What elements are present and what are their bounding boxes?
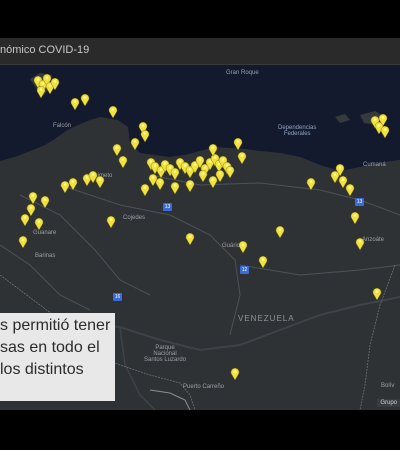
map-pin-icon[interactable]: [80, 93, 90, 107]
label-bolivar: Bolív: [381, 383, 395, 389]
map-pin-icon[interactable]: [233, 137, 243, 151]
map-pin-icon[interactable]: [345, 183, 355, 197]
map-pin-icon[interactable]: [198, 169, 208, 183]
label-dependencias-federales: Dependencias Federales: [278, 125, 317, 137]
map-pin-icon[interactable]: [106, 215, 116, 229]
label-anzoategui: Anzoáte: [362, 237, 385, 243]
label-parque-santos-luzardo: Parque Nacional Santos Luzardo: [144, 345, 187, 363]
map-pin-icon[interactable]: [155, 177, 165, 191]
label-falcon: Falcón: [53, 123, 72, 129]
map-pin-icon[interactable]: [40, 195, 50, 209]
map-pin-icon[interactable]: [275, 225, 285, 239]
top-letterbox: [0, 0, 400, 38]
route-shield: 13: [355, 198, 364, 206]
map-pin-icon[interactable]: [185, 232, 195, 246]
label-gran-roque: Gran Roque: [226, 70, 259, 76]
map-pin-icon[interactable]: [355, 237, 365, 251]
subtitle-caption: s permitió tener sas en todo el los dist…: [0, 313, 115, 401]
map-pin-icon[interactable]: [380, 125, 390, 139]
map-pin-icon[interactable]: [70, 97, 80, 111]
map-pin-icon[interactable]: [60, 180, 70, 194]
map-pin-icon[interactable]: [306, 177, 316, 191]
caption-line-2: sas en todo el: [0, 339, 100, 356]
label-cumana: Cumaná: [363, 162, 386, 168]
route-shield: 13: [163, 203, 172, 211]
bottom-letterbox: [0, 410, 400, 450]
map-pin-icon[interactable]: [140, 183, 150, 197]
map-attribution: Grupo: [377, 399, 400, 407]
map-pin-icon[interactable]: [140, 129, 150, 143]
map-pin-icon[interactable]: [237, 151, 247, 165]
map-pin-icon[interactable]: [238, 240, 248, 254]
caption-line-3: los distintos: [0, 361, 84, 378]
label-puerto-carreno: Puerto Carreño: [183, 384, 225, 390]
app-title-bar: nómico COVID-19: [0, 38, 400, 65]
map-pin-icon[interactable]: [36, 85, 46, 99]
map-pin-icon[interactable]: [18, 235, 28, 249]
map-pin-icon[interactable]: [108, 105, 118, 119]
map-pin-icon[interactable]: [230, 367, 240, 381]
route-shield: 12: [240, 266, 249, 274]
map-pin-icon[interactable]: [20, 213, 30, 227]
label-venezuela: VENEZUELA: [238, 314, 295, 323]
map-pin-icon[interactable]: [372, 287, 382, 301]
map-pin-icon[interactable]: [118, 155, 128, 169]
map-pin-icon[interactable]: [95, 175, 105, 189]
map-pin-icon[interactable]: [258, 255, 268, 269]
map-pin-icon[interactable]: [208, 143, 218, 157]
label-cojedes: Cojedes: [123, 215, 146, 221]
map-pin-icon[interactable]: [170, 181, 180, 195]
caption-line-1: s permitió tener: [0, 317, 111, 334]
app-title: nómico COVID-19: [0, 44, 90, 56]
map-pin-icon[interactable]: [34, 217, 44, 231]
map-pin-icon[interactable]: [215, 169, 225, 183]
map-pin-icon[interactable]: [350, 211, 360, 225]
map-pin-icon[interactable]: [130, 137, 140, 151]
route-shield: 16: [113, 293, 122, 301]
map-pin-icon[interactable]: [185, 179, 195, 193]
map-pin-icon[interactable]: [50, 77, 60, 91]
label-barinas: Barinas: [35, 253, 56, 259]
map-pin-icon[interactable]: [225, 165, 235, 179]
